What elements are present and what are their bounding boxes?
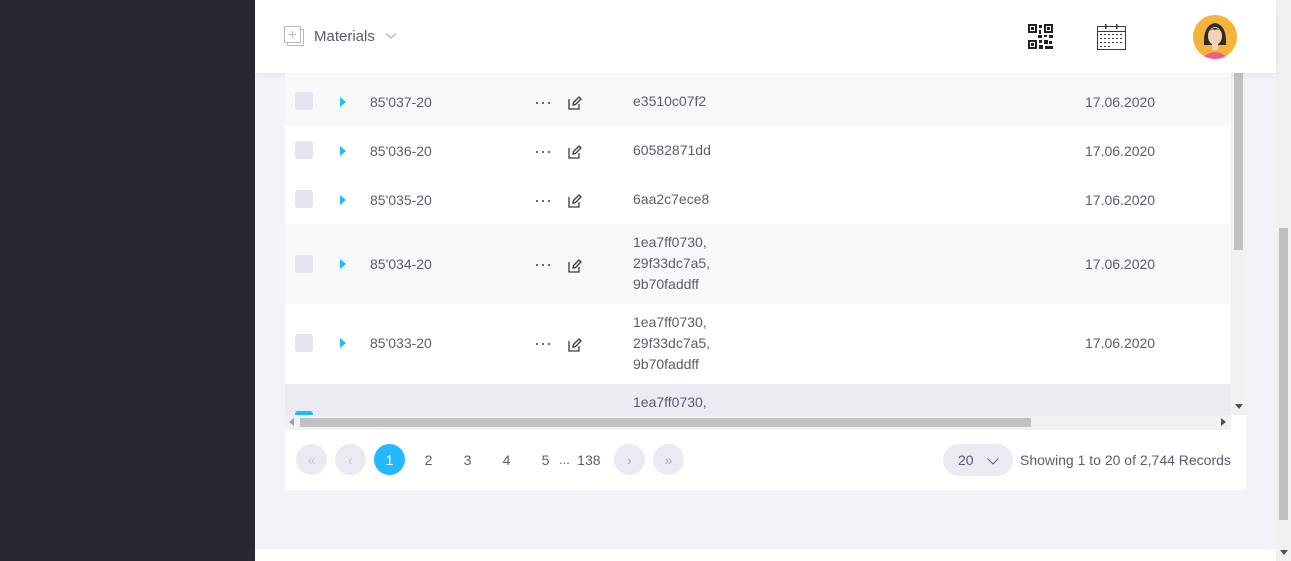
hash-value: 29f33dc7a5, <box>633 335 711 351</box>
edit-icon[interactable] <box>568 96 582 110</box>
page-3-button[interactable]: 3 <box>452 444 483 475</box>
hash-list: 1ea7ff0730, 29f33dc7a5, 9b70faddff <box>633 312 710 375</box>
prev-page-button[interactable]: ‹ <box>335 444 366 475</box>
module-switcher[interactable]: Materials <box>284 26 397 46</box>
page-4-button[interactable]: 4 <box>491 444 522 475</box>
expand-row-icon[interactable] <box>340 195 346 205</box>
top-header: Materials <box>255 0 1276 73</box>
hash-value: 9b70faddff <box>633 276 699 292</box>
table-horizontal-scrollbar[interactable] <box>285 415 1231 430</box>
row-checkbox[interactable] <box>295 190 313 208</box>
edit-icon[interactable] <box>568 259 582 273</box>
expand-row-icon[interactable] <box>340 146 346 156</box>
page-2-button[interactable]: 2 <box>413 444 444 475</box>
footer-strip <box>255 549 1276 561</box>
page-size-value: 20 <box>958 452 974 468</box>
more-options-icon[interactable]: ⋯ <box>534 335 553 353</box>
table-row[interactable]: 85'037-20 ⋯ e3510c07f2 17.06.2020 <box>285 77 1231 126</box>
sidebar <box>0 0 255 561</box>
user-avatar[interactable] <box>1193 15 1237 59</box>
hash-value: 60582871dd <box>633 142 711 158</box>
hash-list: 60582871dd <box>633 140 711 161</box>
first-page-button[interactable]: « <box>296 444 327 475</box>
module-icon <box>284 26 304 46</box>
next-page-button[interactable]: › <box>613 444 645 475</box>
date-cell: 17.06.2020 <box>1085 94 1156 110</box>
last-page-button[interactable]: » <box>652 444 684 475</box>
row-checkbox[interactable] <box>295 255 313 273</box>
material-id[interactable]: 85'036-20 <box>370 143 432 159</box>
expand-row-icon[interactable] <box>340 97 346 107</box>
hash-value: 1ea7ff0730, <box>633 394 707 410</box>
table-row[interactable]: 85'034-20 ⋯ 1ea7ff0730, 29f33dc7a5, 9b70… <box>285 224 1231 304</box>
material-id[interactable]: 85'033-20 <box>370 335 432 351</box>
material-id[interactable]: 85'034-20 <box>370 256 432 272</box>
more-options-icon[interactable]: ⋯ <box>534 192 553 210</box>
hash-list: 1ea7ff0730, 29f33dc7a5, 9b70faddff <box>633 232 710 295</box>
hash-value: 9b70faddff <box>633 356 699 372</box>
expand-row-icon[interactable] <box>340 338 346 348</box>
scroll-down-arrow-icon[interactable] <box>1280 550 1288 555</box>
chevron-down-icon <box>385 27 397 45</box>
page-1-button[interactable]: 1 <box>374 444 405 475</box>
hash-list: 1ea7ff0730, <box>633 392 707 413</box>
table-row[interactable]: 1ea7ff0730, <box>285 384 1231 415</box>
hash-list: e3510c07f2 <box>633 91 706 112</box>
scrollbar-thumb[interactable] <box>300 418 1031 427</box>
pagination: « ‹ 1 2 3 4 5 ... 138 › » <box>296 444 692 475</box>
more-options-icon[interactable]: ⋯ <box>534 143 553 161</box>
edit-icon[interactable] <box>568 145 582 159</box>
page-vertical-scrollbar[interactable] <box>1276 0 1291 561</box>
hash-value: 6aa2c7ece8 <box>633 191 710 207</box>
scrollbar-thumb[interactable] <box>1279 228 1288 520</box>
page-5-button[interactable]: 5 <box>530 444 561 475</box>
main-area: Materials 85'037-20 ⋯ e3510c07f2 17.06.2… <box>255 0 1291 561</box>
hash-list: 6aa2c7ece8 <box>633 189 709 210</box>
table-row[interactable]: 85'035-20 ⋯ 6aa2c7ece8 17.06.2020 <box>285 175 1231 224</box>
module-label: Materials <box>314 27 375 45</box>
row-checkbox[interactable] <box>295 92 313 110</box>
page-size-select[interactable]: 20 <box>943 444 1013 476</box>
hash-value: 1ea7ff0730, <box>633 234 707 250</box>
edit-icon[interactable] <box>568 194 582 208</box>
scroll-left-arrow-icon[interactable] <box>289 418 294 426</box>
materials-table-card: 85'037-20 ⋯ e3510c07f2 17.06.2020 85'036… <box>285 70 1246 490</box>
date-cell: 17.06.2020 <box>1085 143 1156 159</box>
table-row[interactable]: 85'036-20 ⋯ 60582871dd 17.06.2020 <box>285 126 1231 175</box>
scroll-down-arrow-icon[interactable] <box>1235 404 1243 409</box>
material-id[interactable]: 85'037-20 <box>370 94 432 110</box>
more-options-icon[interactable]: ⋯ <box>534 94 553 112</box>
edit-icon[interactable] <box>568 338 582 352</box>
date-cell: 17.06.2020 <box>1085 335 1156 351</box>
pagination-ellipsis: ... <box>559 452 570 467</box>
hash-value: e3510c07f2 <box>633 93 707 109</box>
chevron-down-icon <box>987 453 999 465</box>
date-cell: 17.06.2020 <box>1085 192 1156 208</box>
scroll-right-arrow-icon[interactable] <box>1221 418 1226 426</box>
table-body[interactable]: 85'037-20 ⋯ e3510c07f2 17.06.2020 85'036… <box>285 70 1231 415</box>
table-row[interactable]: 85'033-20 ⋯ 1ea7ff0730, 29f33dc7a5, 9b70… <box>285 304 1231 384</box>
row-checkbox[interactable] <box>295 334 313 352</box>
expand-row-icon[interactable] <box>340 259 346 269</box>
row-checkbox[interactable] <box>295 141 313 159</box>
material-id[interactable]: 85'035-20 <box>370 192 432 208</box>
more-options-icon[interactable]: ⋯ <box>534 256 553 274</box>
hash-value: 1ea7ff0730, <box>633 314 707 330</box>
calendar-icon[interactable] <box>1097 23 1126 50</box>
records-info: Showing 1 to 20 of 2,744 Records <box>1020 452 1231 468</box>
table-vertical-scrollbar[interactable] <box>1231 70 1246 415</box>
date-cell: 17.06.2020 <box>1085 256 1156 272</box>
qr-code-icon[interactable] <box>1028 24 1053 49</box>
scrollbar-thumb[interactable] <box>1234 70 1243 250</box>
hash-value: 29f33dc7a5, <box>633 255 711 271</box>
last-page-number-button[interactable]: 138 <box>572 444 606 475</box>
